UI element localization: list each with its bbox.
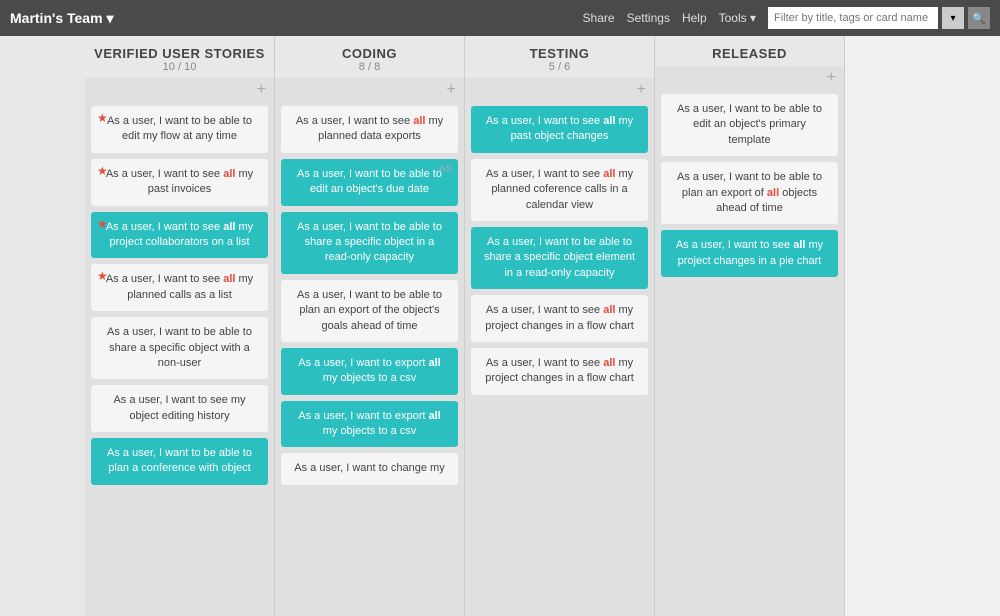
list-item[interactable]: As a user, I want to see my object editi… bbox=[91, 385, 268, 432]
list-item[interactable]: As a user, I want to be able to share a … bbox=[471, 227, 648, 289]
list-item[interactable]: As a user, I want to be able to plan an … bbox=[281, 280, 458, 342]
card-text: As a user, I want to see all my past obj… bbox=[486, 115, 633, 142]
filter-icon-button[interactable]: ▾ bbox=[942, 7, 964, 29]
card-text: As a user, I want to be able to share a … bbox=[297, 221, 442, 264]
list-item[interactable]: As a user, I want to see all my planned … bbox=[281, 106, 458, 153]
column-verified: VERIFIED USER STORIES10 / 10+★As a user,… bbox=[85, 36, 275, 616]
team-title[interactable]: Martin's Team ▾ bbox=[10, 10, 114, 27]
column-add-testing[interactable]: + bbox=[465, 78, 654, 102]
list-item[interactable]: As a user, I want to be able to plan an … bbox=[661, 162, 838, 224]
column-count-testing: 5 / 6 bbox=[470, 61, 649, 73]
list-item[interactable]: As a user, I want to change my bbox=[281, 453, 458, 484]
column-body-coding: As a user, I want to see all my planned … bbox=[275, 102, 464, 616]
column-title-released: RELEASED bbox=[660, 46, 839, 61]
card-text: As a user, I want to be able to plan a c… bbox=[107, 447, 252, 474]
card-text: As a user, I want to see all my project … bbox=[676, 239, 823, 266]
list-item[interactable]: As a user, I want to see all my project … bbox=[471, 295, 648, 342]
list-item[interactable]: As a user, I want to be able to plan a c… bbox=[91, 438, 268, 485]
list-item[interactable]: As a user, I want to see all my project … bbox=[471, 348, 648, 395]
column-released: RELEASED + As a user, I want to be able to… bbox=[655, 36, 845, 616]
list-item[interactable]: As a user, I want to be able to share a … bbox=[281, 212, 458, 274]
search-button[interactable]: 🔍 bbox=[968, 7, 990, 29]
card-text: As a user, I want to see my object editi… bbox=[113, 394, 245, 421]
settings-link[interactable]: Settings bbox=[627, 11, 670, 25]
card-text: As a user, I want to be able to edit an … bbox=[297, 168, 442, 195]
column-add-released[interactable]: + bbox=[655, 66, 844, 90]
list-item[interactable]: ★As a user, I want to see all my project… bbox=[91, 212, 268, 259]
list-item[interactable]: As a user, I want to be able to edit an … bbox=[661, 94, 838, 156]
column-coding: CODING8 / 8+As a user, I want to see all… bbox=[275, 36, 465, 616]
list-item[interactable]: As a user, I want to export all my objec… bbox=[281, 348, 458, 395]
list-item[interactable]: As a user, I want to see all my project … bbox=[661, 230, 838, 277]
star-icon: ★ bbox=[97, 110, 108, 127]
list-item[interactable]: ★As a user, I want to see all my planned… bbox=[91, 264, 268, 311]
list-item[interactable]: ASAs a user, I want to be able to edit a… bbox=[281, 159, 458, 206]
star-icon: ★ bbox=[97, 216, 108, 233]
column-add-verified[interactable]: + bbox=[85, 78, 274, 102]
card-text: As a user, I want to be able to edit my … bbox=[107, 115, 252, 142]
card-text: As a user, I want to see all my past inv… bbox=[106, 168, 253, 195]
card-text: As a user, I want to see all my planned … bbox=[296, 115, 443, 142]
team-name-text: Martin's Team bbox=[10, 10, 103, 26]
card-text: As a user, I want to be able to share a … bbox=[107, 326, 252, 369]
list-item[interactable]: ★As a user, I want to be able to edit my… bbox=[91, 106, 268, 153]
column-body-testing: As a user, I want to see all my past obj… bbox=[465, 102, 654, 616]
card-text: As a user, I want to export all my objec… bbox=[298, 410, 440, 437]
filter-container: ▾ 🔍 bbox=[768, 7, 990, 29]
help-link[interactable]: Help bbox=[682, 11, 707, 25]
left-sidebar bbox=[0, 36, 85, 616]
list-item[interactable]: As a user, I want to be able to share a … bbox=[91, 317, 268, 379]
column-count-verified: 10 / 10 bbox=[90, 61, 269, 73]
list-item[interactable]: As a user, I want to see all my planned … bbox=[471, 159, 648, 221]
star-icon: ★ bbox=[97, 268, 108, 285]
team-dropdown-icon[interactable]: ▾ bbox=[107, 10, 114, 27]
column-testing: TESTING5 / 6+As a user, I want to see al… bbox=[465, 36, 655, 616]
card-text: As a user, I want to be able to share a … bbox=[484, 236, 635, 279]
column-title-testing: TESTING bbox=[470, 46, 649, 61]
list-item[interactable]: As a user, I want to export all my objec… bbox=[281, 401, 458, 448]
card-text: As a user, I want to see all my project … bbox=[485, 304, 634, 331]
column-header-coding: CODING8 / 8 bbox=[275, 36, 464, 78]
column-add-coding[interactable]: + bbox=[275, 78, 464, 102]
column-count-coding: 8 / 8 bbox=[280, 61, 459, 73]
card-text: As a user, I want to be able to edit an … bbox=[677, 103, 822, 146]
card-text: As a user, I want to see all my planned … bbox=[486, 168, 633, 211]
card-text: As a user, I want to see all my project … bbox=[106, 221, 253, 248]
column-header-testing: TESTING5 / 6 bbox=[465, 36, 654, 78]
column-body-verified: ★As a user, I want to be able to edit my… bbox=[85, 102, 274, 616]
card-text: As a user, I want to see all my planned … bbox=[106, 273, 253, 300]
kanban-board: VERIFIED USER STORIES10 / 10+★As a user,… bbox=[0, 36, 1000, 616]
header-nav: Share Settings Help Tools ▾ ▾ 🔍 bbox=[583, 7, 990, 29]
column-header-verified: VERIFIED USER STORIES10 / 10 bbox=[85, 36, 274, 78]
card-text: As a user, I want to export all my objec… bbox=[298, 357, 440, 384]
card-text: As a user, I want to be able to plan an … bbox=[677, 171, 822, 214]
list-item[interactable]: As a user, I want to see all my past obj… bbox=[471, 106, 648, 153]
card-text: As a user, I want to be able to plan an … bbox=[297, 289, 442, 332]
header: Martin's Team ▾ Share Settings Help Tool… bbox=[0, 0, 1000, 36]
card-text: As a user, I want to change my bbox=[294, 462, 444, 474]
tools-link[interactable]: Tools ▾ bbox=[719, 11, 756, 25]
column-title-coding: CODING bbox=[280, 46, 459, 61]
star-icon: ★ bbox=[97, 163, 108, 180]
column-body-released: As a user, I want to be able to edit an … bbox=[655, 90, 844, 616]
column-header-released: RELEASED bbox=[655, 36, 844, 66]
column-title-verified: VERIFIED USER STORIES bbox=[90, 46, 269, 61]
share-link[interactable]: Share bbox=[583, 11, 615, 25]
as-badge: AS bbox=[439, 163, 452, 177]
filter-input[interactable] bbox=[768, 7, 938, 29]
card-text: As a user, I want to see all my project … bbox=[485, 357, 634, 384]
list-item[interactable]: ★As a user, I want to see all my past in… bbox=[91, 159, 268, 206]
